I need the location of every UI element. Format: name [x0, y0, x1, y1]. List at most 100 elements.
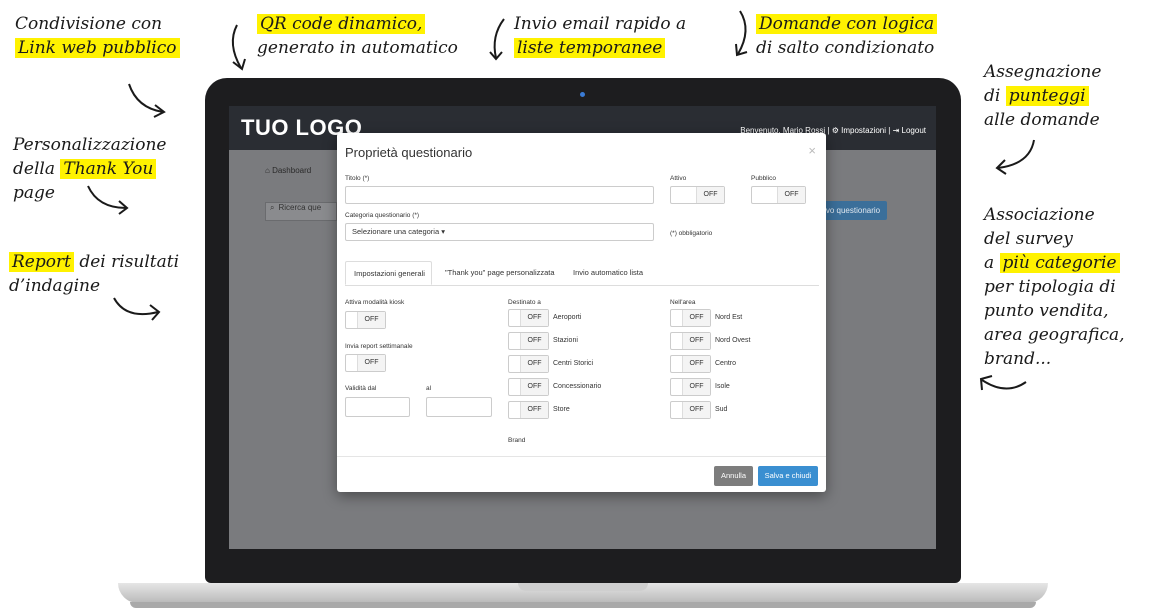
title-label: Titolo (*) [345, 175, 370, 182]
kiosk-toggle[interactable]: OFF [345, 311, 386, 329]
dest-label-concessionario: Concessionario [553, 383, 602, 390]
annotation-text: generato in automatico [257, 38, 458, 58]
area-label-nord-est: Nord Est [715, 314, 743, 321]
annotation-text: dei risultati [73, 252, 180, 272]
kiosk-label: Attiva modalità kiosk [345, 299, 405, 306]
area-label-sud: Sud [715, 406, 728, 413]
toggle-state: OFF [682, 333, 710, 349]
tab-dashboard[interactable]: ⌂ Dashboard [265, 166, 311, 175]
annotation-highlight: punteggi [1005, 86, 1089, 106]
area-toggle-nord-est[interactable]: OFF [670, 309, 711, 327]
laptop-shadow [130, 602, 1036, 608]
area-toggle-isole[interactable]: OFF [670, 378, 711, 396]
search-placeholder: Ricerca que [278, 203, 322, 212]
dest-label-aeroporti: Aeroporti [553, 314, 582, 321]
annotation-text: di salto condizionato [756, 38, 935, 58]
toggle-state: OFF [357, 355, 385, 371]
toggle-state: OFF [520, 356, 548, 372]
arrow-icon [979, 375, 1027, 391]
modal-footer [337, 456, 826, 457]
annotation-text: per tipologia di [984, 277, 1116, 297]
dest-toggle-stazioni[interactable]: OFF [508, 332, 549, 350]
toggle-state: OFF [777, 187, 805, 203]
annotation-text: della [13, 159, 61, 179]
brand-label: Brand [508, 437, 526, 444]
valid-from-label: Validità dal [345, 385, 377, 392]
dest-label-stazioni: Stazioni [553, 337, 578, 344]
settings-link[interactable]: Impostazioni [841, 126, 886, 135]
close-icon[interactable]: × [808, 143, 816, 158]
category-value: Selezionare una categoria [352, 227, 440, 236]
annotation-public-link: Condivisione con Link web pubblico [15, 12, 180, 60]
arrow-icon [735, 10, 748, 57]
title-input[interactable] [345, 186, 654, 204]
modal-title: Proprietà questionario [345, 145, 473, 160]
modal-tabs: Impostazioni generali "Thank you" page p… [345, 261, 819, 286]
valid-to-input[interactable] [426, 397, 492, 417]
caret-down-icon: ▾ [441, 227, 446, 236]
active-toggle[interactable]: OFF [670, 186, 725, 204]
dest-toggle-aeroporti[interactable]: OFF [508, 309, 549, 327]
new-survey-button[interactable]: vo questionario [819, 201, 887, 220]
annotation-text: a [984, 253, 1000, 273]
toggle-state: OFF [520, 379, 548, 395]
tab-dashboard-label: Dashboard [272, 166, 312, 175]
gear-icon[interactable]: ⚙ [832, 126, 839, 135]
dest-toggle-store[interactable]: OFF [508, 401, 549, 419]
annotation-highlight: Link web pubblico [15, 38, 180, 58]
annotation-skip-logic: Domande con logica di salto condizionato [756, 12, 938, 60]
area-label: Nell'area [670, 299, 696, 306]
separator: | [827, 126, 830, 135]
annotation-text: Personalizzazione [13, 135, 167, 155]
destination-label: Destinato a [508, 299, 541, 306]
arrow-icon [231, 24, 246, 71]
area-toggle-nord-ovest[interactable]: OFF [670, 332, 711, 350]
dest-label-store: Store [553, 406, 570, 413]
tab-general-settings[interactable]: Impostazioni generali [345, 261, 432, 285]
toggle-state: OFF [682, 379, 710, 395]
toggle-state: OFF [682, 356, 710, 372]
area-toggle-centro[interactable]: OFF [670, 355, 711, 373]
area-toggle-sud[interactable]: OFF [670, 401, 711, 419]
logout-icon[interactable]: ⇥ [893, 126, 900, 135]
toggle-state: OFF [520, 333, 548, 349]
annotation-highlight: Thank You [60, 159, 157, 179]
annotation-text: alle domande [984, 110, 1100, 130]
search-icon: ⌕ [270, 203, 275, 212]
toggle-state: OFF [682, 402, 710, 418]
save-close-button[interactable]: Salva e chiudi [758, 466, 818, 486]
dest-toggle-centri-storici[interactable]: OFF [508, 355, 549, 373]
annotation-text: del survey [984, 229, 1073, 249]
home-icon: ⌂ [265, 166, 270, 175]
annotation-highlight: QR code dinamico, [257, 14, 426, 34]
public-toggle[interactable]: OFF [751, 186, 806, 204]
weekly-report-toggle[interactable]: OFF [345, 354, 386, 372]
toggle-state: OFF [696, 187, 724, 203]
tab-thank-you-page[interactable]: "Thank you" page personalizzata [445, 261, 555, 285]
arrow-icon [128, 83, 166, 118]
annotation-text: punto vendita, [984, 301, 1109, 321]
public-label: Pubblico [751, 175, 776, 182]
tab-auto-send-list[interactable]: Invio automatico lista [573, 261, 643, 285]
toggle-state: OFF [357, 312, 385, 328]
arrow-icon [489, 18, 505, 61]
area-label-centro: Centro [715, 360, 737, 367]
cancel-button[interactable]: Annulla [714, 466, 753, 486]
separator: | [888, 126, 891, 135]
area-label-nord-ovest: Nord Ovest [715, 337, 751, 344]
category-select[interactable]: Selezionare una categoria ▾ [345, 223, 654, 241]
toggle-state: OFF [520, 402, 548, 418]
annotation-highlight: più categorie [999, 253, 1120, 273]
valid-from-input[interactable] [345, 397, 410, 417]
annotation-text: di [984, 86, 1006, 106]
dest-toggle-concessionario[interactable]: OFF [508, 378, 549, 396]
arrow-icon [995, 139, 1035, 175]
annotation-qr-code: QR code dinamico, generato in automatico [257, 12, 458, 60]
annotation-categories: Associazione del survey a più categorie … [984, 203, 1125, 371]
annotation-scores: Assegnazione di punteggi alle domande [984, 60, 1101, 132]
logout-link[interactable]: Logout [902, 126, 926, 135]
valid-to-label: al [426, 385, 432, 392]
annotation-highlight: Domande con logica [756, 14, 938, 34]
required-note: (*) obbligatorio [670, 230, 713, 237]
search-input[interactable]: ⌕ Ricerca que [265, 202, 337, 221]
